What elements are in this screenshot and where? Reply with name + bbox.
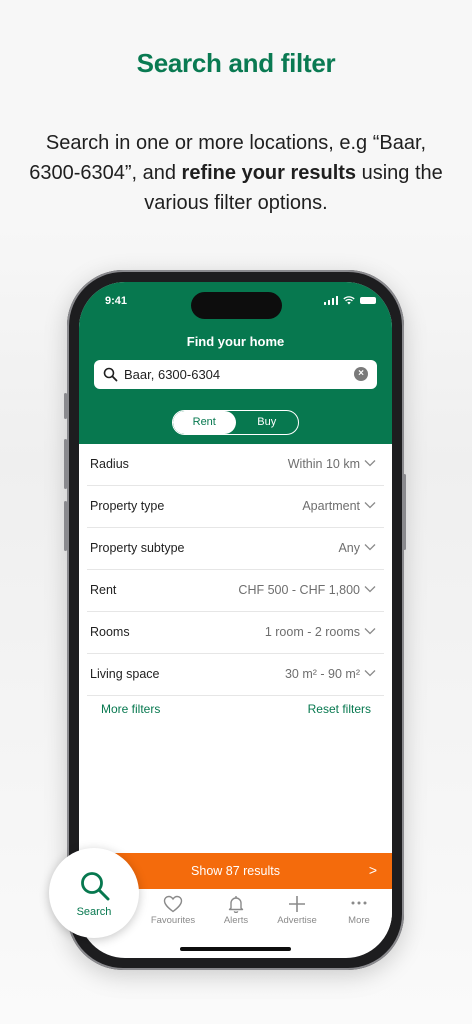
tab-label: Favourites [150, 915, 196, 926]
app-header: 9:41 Find your home Baar, 6300-6304 × Re… [79, 282, 392, 444]
filter-links: More filters Reset filters [79, 702, 392, 722]
tab-favourites[interactable]: Favourites [143, 895, 203, 926]
phone-volume-down [64, 501, 67, 551]
subtitle: Search in one or more locations, e.g “Ba… [20, 128, 452, 218]
headline: Search and filter [136, 48, 336, 78]
filter-label: Rent [90, 583, 117, 597]
filter-label: Radius [90, 457, 129, 471]
tab-label: Advertise [277, 915, 317, 926]
filter-label: Rooms [90, 625, 130, 639]
dynamic-island [191, 292, 282, 319]
segment-rent[interactable]: Rent [173, 411, 236, 434]
subtitle-bold-text: refine your results [181, 162, 357, 184]
status-icons [323, 296, 376, 305]
wifi-icon [343, 296, 355, 305]
chevron-down-icon [364, 502, 376, 509]
filter-label: Property type [90, 499, 165, 513]
search-value: Baar, 6300-6304 [124, 367, 221, 382]
filter-value: Any [338, 541, 360, 555]
app-screen: 9:41 Find your home Baar, 6300-6304 × Re… [79, 282, 392, 958]
tab-label: More [348, 915, 370, 926]
signal-icon [323, 296, 338, 305]
chevron-down-icon [364, 586, 376, 593]
filter-value: Within 10 km [287, 457, 360, 471]
more-filters-link[interactable]: More filters [101, 702, 160, 716]
filter-value: 30 m² - 90 m² [284, 667, 360, 681]
phone-volume-up [64, 439, 67, 489]
filter-value: CHF 500 - CHF 1,800 [238, 583, 360, 597]
phone-side-button [64, 393, 67, 419]
battery-icon [360, 297, 376, 304]
phone-power-button [403, 474, 406, 550]
rent-buy-toggle: Rent Buy [172, 410, 299, 435]
tab-search[interactable]: Search [49, 848, 139, 938]
segment-buy[interactable]: Buy [236, 411, 299, 434]
location-search-input[interactable]: Baar, 6300-6304 × [94, 360, 377, 389]
plus-icon [289, 896, 305, 912]
filter-label: Living space [90, 667, 160, 681]
chevron-right-icon: > [368, 862, 377, 878]
filter-label: Property subtype [90, 541, 185, 555]
tab-more[interactable]: More [329, 895, 389, 926]
tab-label: Search [76, 906, 112, 918]
chevron-down-icon [364, 460, 376, 467]
chevron-down-icon [364, 670, 376, 677]
search-icon [103, 367, 118, 382]
more-icon [351, 901, 367, 905]
home-indicator [180, 947, 291, 951]
reset-filters-link[interactable]: Reset filters [308, 702, 371, 716]
filter-row-radius[interactable]: Radius Within 10 km [87, 444, 384, 486]
filter-value: 1 room - 2 rooms [264, 625, 360, 639]
filter-row-living-space[interactable]: Living space 30 m² - 90 m² [87, 654, 384, 696]
chevron-down-icon [364, 628, 376, 635]
heart-icon [163, 895, 183, 913]
tab-label: Alerts [223, 915, 249, 926]
filter-row-property-type[interactable]: Property type Apartment [87, 486, 384, 528]
search-icon [81, 872, 110, 901]
tab-alerts[interactable]: Alerts [206, 895, 266, 926]
filter-row-property-subtype[interactable]: Property subtype Any [87, 528, 384, 570]
status-time: 9:41 [105, 295, 128, 307]
clear-icon[interactable]: × [354, 367, 368, 381]
filter-row-rent[interactable]: Rent CHF 500 - CHF 1,800 [87, 570, 384, 612]
chevron-down-icon [364, 544, 376, 551]
filter-row-rooms[interactable]: Rooms 1 room - 2 rooms [87, 612, 384, 654]
filter-value: Apartment [302, 499, 360, 513]
filter-list: Radius Within 10 km Property type Apartm… [79, 444, 392, 696]
page-title: Find your home [186, 334, 285, 349]
bell-icon [228, 896, 244, 913]
tab-advertise[interactable]: Advertise [267, 895, 327, 926]
